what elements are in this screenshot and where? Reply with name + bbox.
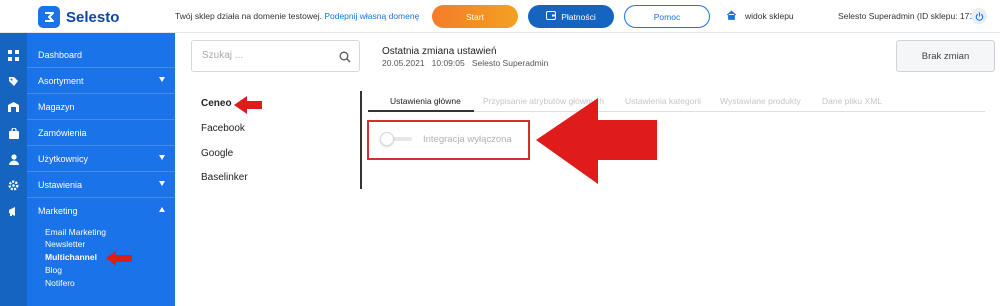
annotation-arrow-large <box>536 98 657 184</box>
annotation-arrows <box>106 96 657 266</box>
app-root: Selesto Twój sklep działa na domenie tes… <box>0 0 1000 306</box>
annotation-arrow-ceneo <box>234 96 262 114</box>
annotation-arrow-multichannel <box>106 251 132 266</box>
